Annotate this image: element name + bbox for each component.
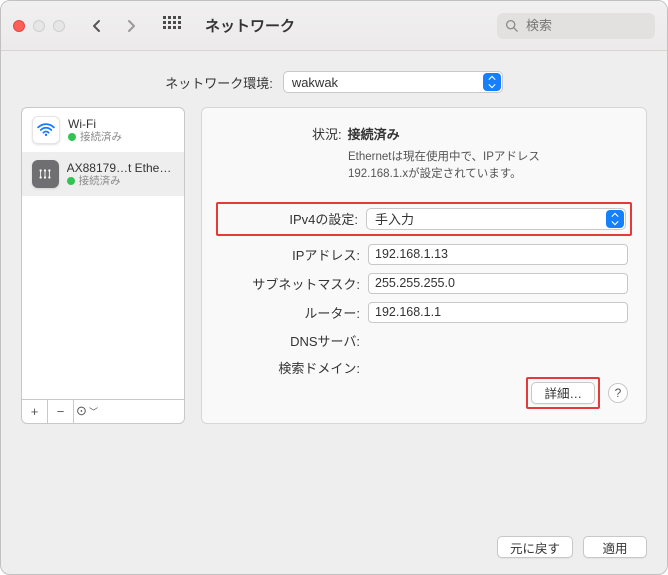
status-description: Ethernetは現在使用中で、IPアドレス 192.168.1.xが設定されて… [220, 149, 628, 184]
prefs-window: ネットワーク ネットワーク環境: wakwak [0, 0, 668, 575]
router-row: ルーター: 192.168.1.1 [220, 302, 628, 323]
ethernet-icon [32, 160, 59, 188]
router-input[interactable]: 192.168.1.1 [368, 302, 628, 323]
forward-button[interactable] [117, 14, 145, 38]
services-footer: + − ⊙﹀ [22, 399, 184, 423]
zoom-window-button[interactable] [53, 20, 65, 32]
ipv4-config-label: IPv4の設定: [222, 209, 358, 228]
minimize-window-button[interactable] [33, 20, 45, 32]
network-location-row: ネットワーク環境: wakwak [1, 51, 667, 107]
status-value: 接続済み [348, 124, 400, 143]
status-dot-icon [68, 133, 76, 141]
service-item-ethernet[interactable]: AX88179…t Ethernet 接続済み [22, 152, 184, 196]
router-label: ルーター: [220, 303, 360, 322]
subnet-mask-label: サブネットマスク: [220, 274, 360, 293]
titlebar: ネットワーク [1, 1, 667, 51]
advanced-button[interactable]: 詳細… [531, 382, 595, 404]
help-button[interactable]: ? [608, 383, 628, 403]
ipv4-form: IPv4の設定: 手入力 IPアドレス: 192.168.1.13 サブネットマ… [220, 202, 628, 377]
more-services-button[interactable]: ⊙﹀ [74, 400, 100, 423]
detail-panel: 状況: 接続済み Ethernetは現在使用中で、IPアドレス 192.168.… [201, 107, 647, 424]
ip-address-row: IPアドレス: 192.168.1.13 [220, 244, 628, 265]
services-sidebar: Wi-Fi 接続済み [21, 107, 185, 424]
wifi-icon [32, 116, 60, 144]
service-status: 接続済み [67, 175, 174, 188]
subnet-mask-row: サブネットマスク: 255.255.255.0 [220, 273, 628, 294]
revert-button[interactable]: 元に戻す [497, 536, 573, 558]
nav-arrows [83, 14, 145, 38]
window-controls [13, 20, 65, 32]
close-window-button[interactable] [13, 20, 25, 32]
ipv4-config-value: 手入力 [375, 209, 414, 228]
show-all-prefs-button[interactable] [163, 16, 183, 36]
window-footer: 元に戻す 適用 [1, 524, 667, 574]
search-domain-row: 検索ドメイン: [220, 358, 628, 377]
ipv4-config-row-highlight: IPv4の設定: 手入力 [216, 202, 632, 236]
search-icon [505, 19, 518, 32]
main-area: Wi-Fi 接続済み [1, 107, 667, 440]
select-stepper-icon [483, 73, 501, 91]
service-item-wifi[interactable]: Wi-Fi 接続済み [22, 108, 184, 152]
remove-service-button[interactable]: − [48, 400, 74, 423]
subnet-mask-input[interactable]: 255.255.255.0 [368, 273, 628, 294]
chevron-down-icon: ﹀ [89, 405, 98, 418]
ip-address-input[interactable]: 192.168.1.13 [368, 244, 628, 265]
services-list: Wi-Fi 接続済み [22, 108, 184, 399]
service-name: Wi-Fi [68, 117, 122, 131]
dns-row: DNSサーバ: [220, 331, 628, 350]
network-location-value: wakwak [292, 75, 338, 90]
ip-address-label: IPアドレス: [220, 245, 360, 264]
dns-label: DNSサーバ: [220, 331, 360, 350]
status-label: 状況: [312, 124, 342, 143]
panel-footer: 詳細… ? [220, 377, 628, 409]
add-service-button[interactable]: + [22, 400, 48, 423]
search-field[interactable] [497, 13, 655, 39]
select-stepper-icon [606, 210, 624, 228]
network-location-select[interactable]: wakwak [283, 71, 503, 93]
service-status: 接続済み [68, 131, 122, 144]
status-row: 状況: 接続済み [220, 124, 628, 143]
back-button[interactable] [83, 14, 111, 38]
ipv4-config-select[interactable]: 手入力 [366, 208, 626, 230]
window-title: ネットワーク [205, 15, 295, 36]
service-name: AX88179…t Ethernet [67, 161, 174, 175]
apply-button[interactable]: 適用 [583, 536, 647, 558]
search-domain-label: 検索ドメイン: [220, 358, 360, 377]
network-location-label: ネットワーク環境: [165, 73, 273, 92]
search-input[interactable] [524, 17, 668, 34]
advanced-button-highlight: 詳細… [526, 377, 600, 409]
status-dot-icon [67, 177, 75, 185]
